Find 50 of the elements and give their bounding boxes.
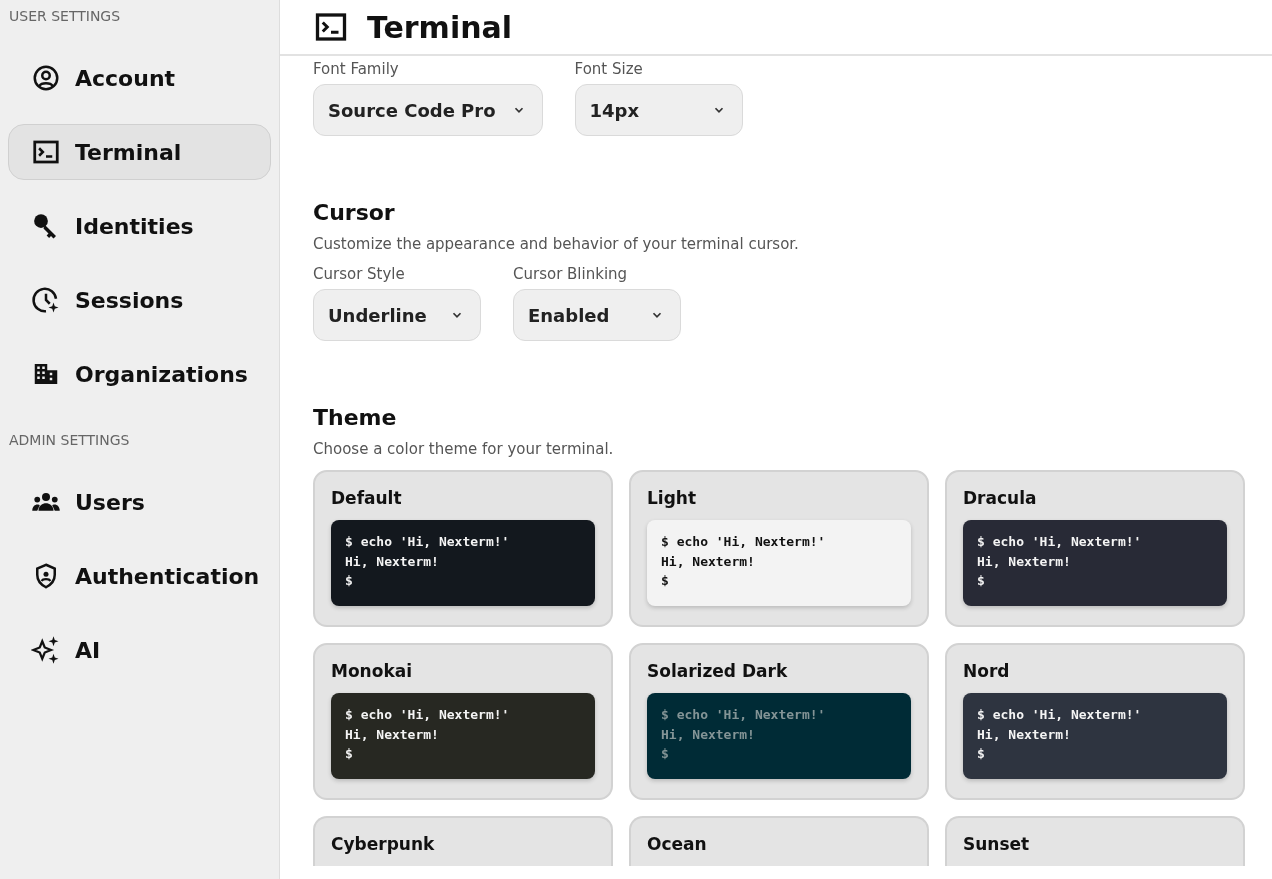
terminal-preview: $ echo 'Hi, Nexterm!' Hi, Nexterm! $ bbox=[647, 520, 911, 606]
section-title: Cursor bbox=[313, 200, 396, 225]
theme-name: Ocean bbox=[647, 834, 708, 854]
dropdown[interactable]: Underline bbox=[313, 289, 481, 341]
theme-card[interactable]: Nord $ echo 'Hi, Nexterm!' Hi, Nexterm! $ bbox=[945, 643, 1245, 800]
sidebar-item[interactable]: Organizations bbox=[8, 346, 271, 402]
theme-card[interactable]: Light $ echo 'Hi, Nexterm!' Hi, Nexterm! $ bbox=[629, 470, 929, 627]
terminal-preview: $ echo 'Hi, Nexterm!' Hi, Nexterm! $ bbox=[963, 693, 1227, 779]
terminal-preview: $ echo 'Hi, Nexterm!' Hi, Nexterm! $ bbox=[647, 693, 911, 779]
theme-name: Solarized Dark bbox=[647, 661, 789, 681]
terminal-preview: $ echo 'Hi, Nexterm!' Hi, Nexterm! $ bbox=[331, 693, 595, 779]
terminal-preview: $ echo 'Hi, Nexterm!' Hi, Nexterm! $ bbox=[331, 520, 595, 606]
user-circle-icon bbox=[31, 63, 61, 93]
theme-name: Monokai bbox=[331, 661, 413, 681]
field-label: Font Size bbox=[574, 60, 644, 78]
field-label: Cursor Style bbox=[313, 265, 406, 283]
sidebar-item[interactable]: Sessions bbox=[8, 272, 271, 328]
theme-name: Sunset bbox=[963, 834, 1031, 854]
theme-card[interactable]: Default $ echo 'Hi, Nexterm!' Hi, Nexterm! $ bbox=[313, 470, 613, 627]
sidebar-item[interactable]: Terminal bbox=[8, 124, 271, 180]
theme-card[interactable]: Sunset bbox=[945, 816, 1245, 866]
terminal-preview: $ echo 'Hi, Nexterm!' Hi, Nexterm! $ bbox=[963, 520, 1227, 606]
section-heading: ADMIN SETTINGS bbox=[8, 431, 131, 450]
sidebar-item[interactable]: Authentication bbox=[8, 548, 271, 604]
sidebar-item[interactable]: AI bbox=[8, 622, 271, 678]
theme-name: Nord bbox=[963, 661, 1011, 681]
field-label: Font Family bbox=[313, 60, 400, 78]
theme-name: Cyberpunk bbox=[331, 834, 436, 854]
theme-card[interactable]: Solarized Dark $ echo 'Hi, Nexterm!' Hi, Nexterm! $ bbox=[629, 643, 929, 800]
sidebar-item[interactable]: Identities bbox=[8, 198, 271, 254]
theme-name: Default bbox=[331, 488, 403, 508]
theme-card[interactable]: Dracula $ echo 'Hi, Nexterm!' Hi, Nexterm! $ bbox=[945, 470, 1245, 627]
theme-name: Light bbox=[647, 488, 698, 508]
sparkles-icon bbox=[31, 635, 61, 665]
dropdown[interactable]: Source Code Pro bbox=[313, 84, 543, 136]
clock-icon bbox=[31, 285, 61, 315]
dropdown[interactable]: Enabled bbox=[513, 289, 681, 341]
theme-card[interactable]: Ocean bbox=[629, 816, 929, 866]
section-heading: USER SETTINGS bbox=[8, 7, 122, 26]
theme-name: Dracula bbox=[963, 488, 1038, 508]
theme-card[interactable]: Cyberpunk bbox=[313, 816, 613, 866]
page-title: Terminal bbox=[367, 9, 513, 45]
sidebar-item[interactable]: Account bbox=[8, 50, 271, 106]
section-description: Customize the appearance and behavior of your terminal cursor. bbox=[313, 235, 800, 253]
sidebar-item[interactable]: Users bbox=[8, 474, 271, 530]
dropdown[interactable]: 14px bbox=[574, 84, 743, 136]
theme-card[interactable]: Monokai $ echo 'Hi, Nexterm!' Hi, Nexterm! $ bbox=[313, 643, 613, 800]
section-description: Choose a color theme for your terminal. bbox=[313, 440, 615, 458]
section-title: Theme bbox=[313, 405, 398, 430]
field-label: Cursor Blinking bbox=[513, 265, 629, 283]
